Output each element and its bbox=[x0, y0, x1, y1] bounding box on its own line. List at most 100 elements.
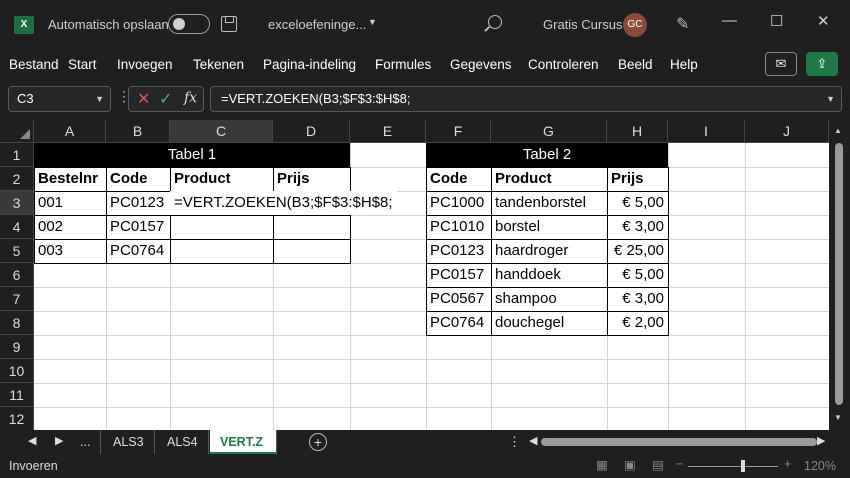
prev-sheet-icon[interactable]: ◀ bbox=[28, 434, 36, 447]
page-break-icon[interactable]: ▤ bbox=[652, 457, 664, 472]
chevron-down-icon[interactable]: ▼ bbox=[826, 87, 835, 111]
cell-a2[interactable]: Bestelnr bbox=[34, 167, 102, 191]
column-header-d[interactable]: D bbox=[273, 120, 350, 143]
cell-h6[interactable]: € 5,00 bbox=[607, 263, 668, 287]
tab-bestand[interactable]: Bestand bbox=[9, 57, 59, 72]
tab-start[interactable]: Start bbox=[68, 57, 97, 72]
zoom-in-button[interactable]: + bbox=[784, 457, 791, 471]
chevron-down-icon[interactable]: ▼ bbox=[95, 87, 104, 111]
sheet-tab-als3[interactable]: ALS3 bbox=[103, 430, 155, 454]
tab-tekenen[interactable]: Tekenen bbox=[193, 57, 244, 72]
sheet-ellipsis[interactable]: ... bbox=[70, 430, 102, 454]
cell-g6[interactable]: handdoek bbox=[491, 263, 565, 287]
cell-g7[interactable]: shampoo bbox=[491, 287, 561, 311]
cell-b3[interactable]: PC0123 bbox=[106, 191, 168, 215]
row-header-12[interactable]: 12 bbox=[0, 407, 34, 430]
tab-help[interactable]: Help bbox=[670, 57, 698, 72]
zoom-slider[interactable] bbox=[688, 466, 778, 467]
page-layout-icon[interactable]: ▣ bbox=[624, 457, 636, 472]
cell-g2[interactable]: Product bbox=[491, 167, 556, 191]
share-button[interactable]: ⇪ bbox=[806, 52, 838, 76]
column-header-a[interactable]: A bbox=[34, 120, 106, 143]
column-header-i[interactable]: I bbox=[668, 120, 745, 143]
cell-f4[interactable]: PC1010 bbox=[426, 215, 488, 239]
comments-button[interactable]: ✉ bbox=[765, 52, 797, 76]
restore-button[interactable]: ☐ bbox=[770, 12, 783, 30]
cell-h8[interactable]: € 2,00 bbox=[607, 311, 668, 335]
tab-formules[interactable]: Formules bbox=[375, 57, 431, 72]
next-sheet-icon[interactable]: ▶ bbox=[55, 434, 63, 447]
zoom-level[interactable]: 120% bbox=[804, 459, 836, 473]
column-header-j[interactable]: J bbox=[745, 120, 829, 143]
file-name[interactable]: exceloefeninge... bbox=[268, 17, 366, 32]
column-header-c[interactable]: C bbox=[170, 120, 273, 143]
cell-a5[interactable]: 003 bbox=[34, 239, 67, 263]
tab-controleren[interactable]: Controleren bbox=[528, 57, 599, 72]
scroll-thumb[interactable] bbox=[541, 438, 817, 446]
formula-input[interactable]: =VERT.ZOEKEN(B3;$F$3:$H$8; ▼ bbox=[210, 86, 842, 112]
pen-icon[interactable]: ✎ bbox=[676, 14, 689, 34]
normal-view-icon[interactable]: ▦ bbox=[596, 457, 608, 472]
cell-f6[interactable]: PC0157 bbox=[426, 263, 488, 287]
cell-b4[interactable]: PC0157 bbox=[106, 215, 168, 239]
scroll-up-icon[interactable]: ▲ bbox=[834, 126, 842, 135]
cell-f3[interactable]: PC1000 bbox=[426, 191, 488, 215]
row-header-6[interactable]: 6 bbox=[0, 263, 34, 287]
minimize-button[interactable]: — bbox=[722, 12, 737, 29]
scroll-left-icon[interactable]: ◀ bbox=[529, 434, 537, 447]
cell-d2[interactable]: Prijs bbox=[273, 167, 314, 191]
column-header-b[interactable]: B bbox=[106, 120, 170, 143]
cell-a3[interactable]: 001 bbox=[34, 191, 67, 215]
cell-c2[interactable]: Product bbox=[170, 167, 235, 191]
cell-h2[interactable]: Prijs bbox=[607, 167, 648, 191]
row-header-5[interactable]: 5 bbox=[0, 239, 34, 263]
vertical-scrollbar[interactable]: ▲ ▼ bbox=[829, 120, 850, 430]
column-header-f[interactable]: F bbox=[426, 120, 491, 143]
row-header-1[interactable]: 1 bbox=[0, 143, 34, 167]
tab-pagina-indeling[interactable]: Pagina-indeling bbox=[263, 57, 356, 72]
cell-f7[interactable]: PC0567 bbox=[426, 287, 488, 311]
cell-a4[interactable]: 002 bbox=[34, 215, 67, 239]
row-header-10[interactable]: 10 bbox=[0, 359, 34, 383]
autosave-toggle[interactable] bbox=[168, 14, 210, 34]
cell-f5[interactable]: PC0123 bbox=[426, 239, 488, 263]
cell-f2[interactable]: Code bbox=[426, 167, 472, 191]
save-icon[interactable] bbox=[221, 16, 237, 32]
insert-function-icon[interactable]: fx bbox=[184, 90, 197, 106]
table2-title[interactable]: Tabel 2 bbox=[426, 143, 668, 167]
row-header-4[interactable]: 4 bbox=[0, 215, 34, 239]
close-button[interactable]: ✕ bbox=[817, 12, 830, 30]
row-header-11[interactable]: 11 bbox=[0, 383, 34, 407]
cell-h5[interactable]: € 25,00 bbox=[607, 239, 668, 263]
cell-h4[interactable]: € 3,00 bbox=[607, 215, 668, 239]
tab-beeld[interactable]: Beeld bbox=[618, 57, 653, 72]
avatar[interactable]: GC bbox=[623, 13, 647, 37]
sheet-tab-als4[interactable]: ALS4 bbox=[157, 430, 209, 454]
search-icon[interactable] bbox=[488, 15, 502, 29]
spreadsheet-grid[interactable]: A B C D E F G H I J 1 2 3 4 5 6 7 8 9 10… bbox=[0, 120, 850, 430]
enter-icon[interactable]: ✓ bbox=[159, 89, 172, 109]
cell-h7[interactable]: € 3,00 bbox=[607, 287, 668, 311]
scroll-down-icon[interactable]: ▼ bbox=[834, 413, 842, 422]
add-sheet-button[interactable]: + bbox=[309, 433, 327, 451]
row-header-3[interactable]: 3 bbox=[0, 191, 34, 215]
cancel-icon[interactable]: ✕ bbox=[137, 89, 150, 109]
cell-g8[interactable]: douchegel bbox=[491, 311, 568, 335]
cell-b2[interactable]: Code bbox=[106, 167, 152, 191]
horizontal-scrollbar[interactable]: ◀ ▶ bbox=[527, 434, 829, 450]
tab-gegevens[interactable]: Gegevens bbox=[450, 57, 512, 72]
row-header-8[interactable]: 8 bbox=[0, 311, 34, 335]
sheet-tab-vert-z[interactable]: VERT.Z bbox=[210, 430, 277, 454]
select-all-button[interactable] bbox=[0, 120, 34, 143]
cell-g3[interactable]: tandenborstel bbox=[491, 191, 590, 215]
table1-title[interactable]: Tabel 1 bbox=[34, 143, 350, 167]
column-header-h[interactable]: H bbox=[607, 120, 668, 143]
cell-c3-active[interactable]: =VERT.ZOEKEN(B3;$F$3:$H$8; bbox=[170, 191, 397, 215]
cell-g4[interactable]: borstel bbox=[491, 215, 544, 239]
column-header-g[interactable]: G bbox=[491, 120, 607, 143]
row-header-2[interactable]: 2 bbox=[0, 167, 34, 191]
chevron-down-icon[interactable]: ▼ bbox=[368, 17, 377, 27]
tab-invoegen[interactable]: Invoegen bbox=[117, 57, 173, 72]
row-header-7[interactable]: 7 bbox=[0, 287, 34, 311]
cell-b5[interactable]: PC0764 bbox=[106, 239, 168, 263]
